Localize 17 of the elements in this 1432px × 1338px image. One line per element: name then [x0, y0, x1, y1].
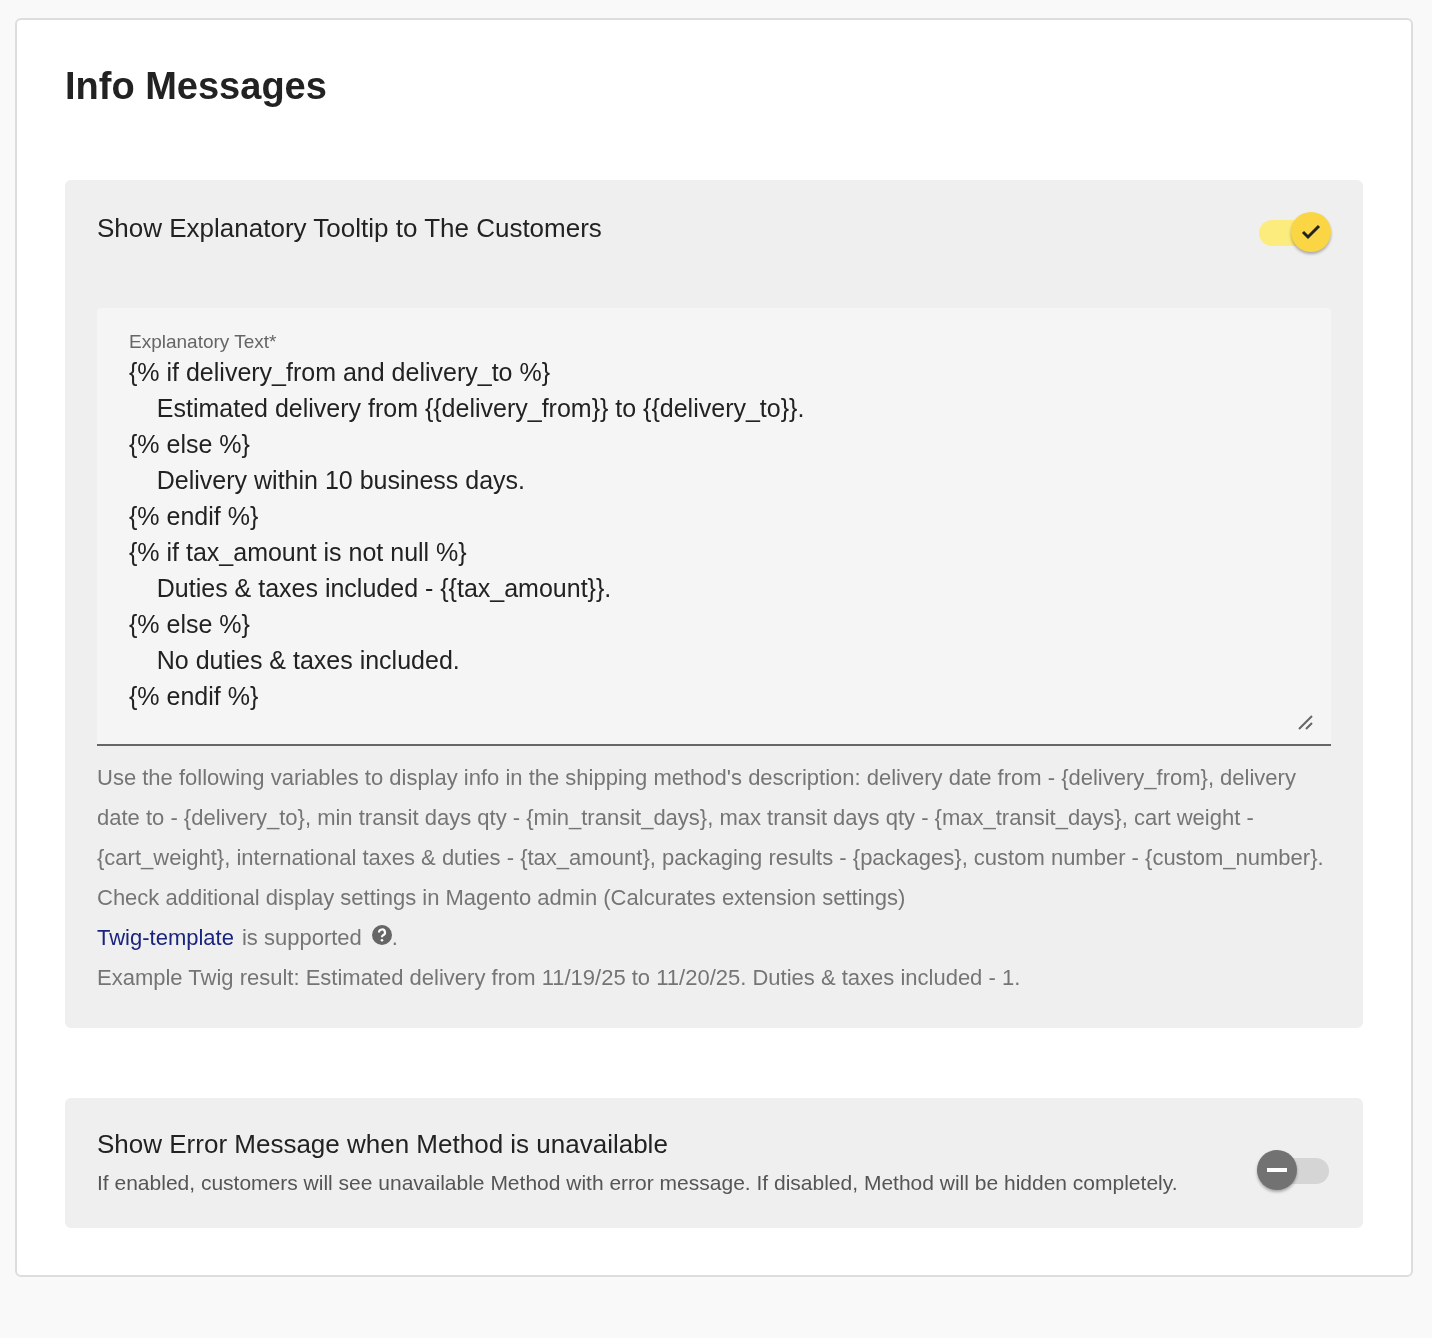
twig-template-link[interactable]: Twig-template: [97, 918, 234, 958]
field-label: Explanatory Text*: [129, 330, 277, 354]
supported-text: is supported: [241, 924, 362, 952]
resize-handle-icon[interactable]: [1297, 714, 1313, 730]
page-title: Info Messages: [65, 64, 328, 109]
setting-title: Show Error Message when Method is unavailable: [97, 1128, 669, 1161]
toggle-switch[interactable]: [1257, 210, 1331, 254]
setting-description: If enabled, customers will see unavailable Method with error message. If disabled, Method will be hidden completely.: [97, 1170, 1178, 1196]
help-icon[interactable]: [371, 925, 392, 945]
minus-icon: [1267, 1168, 1287, 1172]
example-text: Example Twig result: Estimated delivery from 11/19/25 to 11/20/25. Duties & taxes included - 1.: [97, 964, 1022, 992]
setting-title: Show Explanatory Tooltip to The Customers: [97, 212, 602, 245]
explanatory-text-field[interactable]: [97, 308, 1331, 746]
period-text: .: [391, 924, 398, 952]
help-text: Use the following variables to display info in the shipping method's description: delivery date from - {delivery_from}, delivery date to - {delivery_to}, min transit days qty - {min_transit_days}, max transit days qty - {max_transit_days}, cart weight - {cart_weight}, international taxes & duties - {tax_amount}, packaging results - {packages}, custom number - {custom_number}. Check additional display settings in Magento admin (Calcurates extension settings): [97, 764, 1325, 912]
field-value: {% if delivery_from and delivery_to %} Estimated delivery from {{delivery_from}} to {{delivery_to}}. {% else %} Delivery within 10 business days. {% endif %} {% if tax_amount is not null %} Duties & taxes included - {{tax_amount}}. {% else %} No duties & taxes included. {% endif %}: [129, 357, 806, 712]
toggle-switch[interactable]: [1257, 1148, 1331, 1192]
